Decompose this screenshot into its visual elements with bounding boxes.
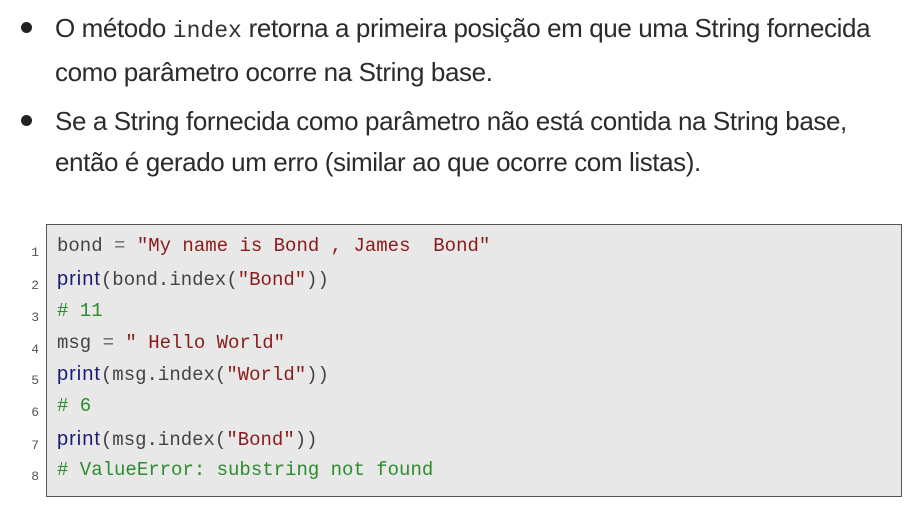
code-token-fn: print [57, 363, 101, 385]
inline-code-index: index [172, 18, 242, 44]
code-line: 6 # 6 [31, 390, 901, 422]
line-number: 7 [31, 438, 39, 453]
code-line: 4 msg = " Hello World" [31, 327, 901, 359]
code-text: # 11 [57, 295, 103, 327]
code-text: # ValueError: substring not found [57, 454, 433, 486]
code-token-str: "World" [226, 364, 307, 386]
code-token-str: " Hello World" [125, 332, 286, 354]
code-token-fn: print [57, 428, 101, 450]
bullet-item-value-error: Se a String fornecida como parâmetro não… [18, 101, 908, 183]
code-line: 1 bond = "My name is Bond , James Bond" [31, 230, 901, 262]
bullet-text-prefix: O método [55, 13, 173, 43]
code-token-plain: )) [306, 364, 329, 386]
line-number: 3 [31, 310, 39, 325]
bullet-item-index-method: O método index retorna a primeira posiçã… [18, 8, 908, 93]
code-token-op: = [102, 332, 115, 354]
code-token-op: = [114, 235, 126, 257]
line-number: 2 [31, 278, 39, 293]
code-text: bond = "My name is Bond , James Bond" [57, 230, 490, 262]
code-text: msg = " Hello World" [57, 327, 285, 359]
bullet-text: Se a String fornecida como parâmetro não… [55, 106, 847, 177]
code-line: 7 print(msg.index("Bond")) [31, 423, 901, 456]
code-token-plain: )) [294, 429, 318, 451]
line-number: 1 [31, 245, 39, 260]
bullet-list: O método index retorna a primeira posiçã… [18, 8, 908, 191]
code-token-str: "My name is Bond , James Bond" [136, 235, 491, 257]
code-token-plain: (bond.index( [100, 269, 238, 291]
bullet-dot-icon [21, 22, 32, 33]
code-line: 5 print(msg.index("World")) [31, 358, 901, 391]
code-token-plain: bond [57, 235, 115, 257]
code-token-plain: (msg.index( [100, 364, 227, 386]
code-text: print(msg.index("World")) [57, 358, 329, 391]
code-line: 2 print(bond.index("Bond")) [31, 263, 901, 296]
line-number: 4 [31, 342, 39, 357]
code-token-plain: (msg.index( [100, 429, 227, 451]
code-token-com: # 11 [57, 300, 103, 322]
line-number: 6 [31, 405, 39, 420]
code-line: 3 # 11 [31, 295, 901, 327]
code-token-str: "Bond" [226, 429, 295, 451]
code-token-com: # ValueError: substring not found [57, 459, 434, 481]
bullet-dot-icon [21, 115, 32, 126]
code-token-plain: )) [306, 269, 329, 291]
code-token-fn: print [57, 268, 101, 290]
code-line: 8 # ValueError: substring not found [31, 454, 901, 486]
code-text: # 6 [57, 390, 91, 422]
code-token-plain: msg [57, 332, 103, 354]
line-number: 5 [31, 373, 39, 388]
code-token-str: "Bond" [237, 269, 307, 291]
line-number: 8 [31, 469, 39, 484]
code-token-com: # 6 [57, 395, 92, 417]
code-text: print(bond.index("Bond")) [57, 263, 329, 296]
code-block: 1 bond = "My name is Bond , James Bond" 2 p… [31, 224, 902, 497]
code-text: print(msg.index("Bond")) [57, 423, 318, 456]
